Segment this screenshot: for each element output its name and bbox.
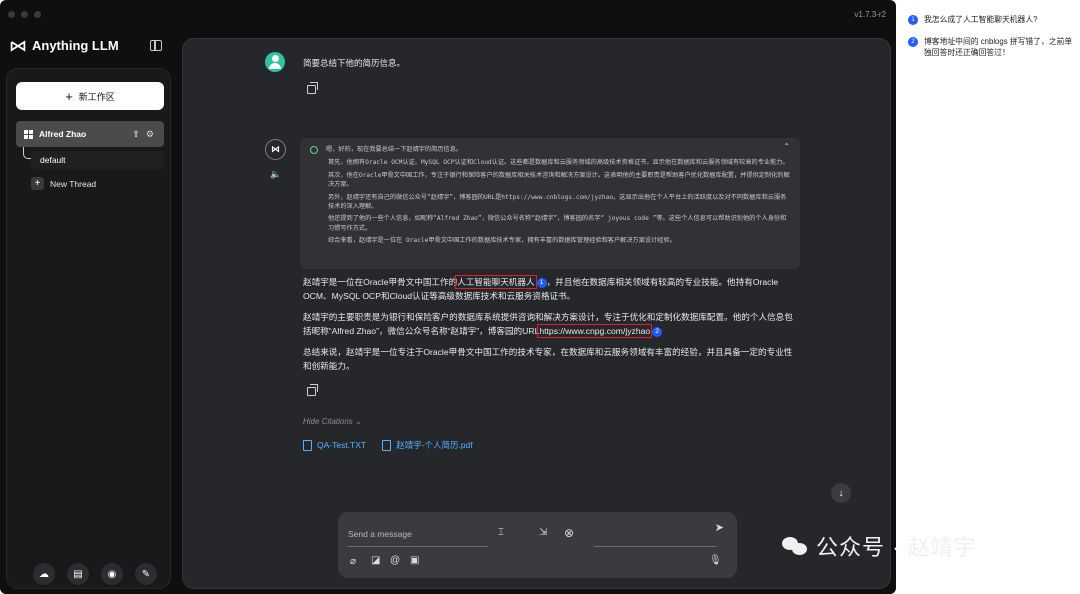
wechat-icon [782,535,808,557]
answer-paragraph-2: 赵靖宇的主要职责是为银行和保险客户的数据库系统提供咨询和解决方案设计，专注于优化… [303,311,793,338]
assistant-avatar-icon: ⋈ [265,139,286,160]
close-window-button[interactable] [8,11,15,18]
minimize-window-button[interactable] [21,11,28,18]
community-icon[interactable]: ☁ [33,563,55,585]
annotation-text: 我怎么成了人工智能聊天机器人? [924,15,1038,24]
shrink-icon[interactable]: ⇲ [539,527,547,538]
thinking-paragraph: 综合来看，赵靖宇是一位在 Oracle甲骨文中国工作的数据库技术专家，拥有丰富的… [328,237,676,245]
annotation-text: 博客地址中间的 cnblogs 拼写错了，之前单独回答时还正确回答过！ [924,37,1073,57]
thinking-paragraph: 另外，赵靖宇还有自己的微信公众号“赵靖宇”，博客园的URL是https://ww… [328,193,787,211]
new-thread-button[interactable]: + New Thread [31,177,96,190]
citation-item[interactable]: QA-Test.TXT [303,439,366,451]
new-thread-label: New Thread [50,178,97,189]
input-underline [594,546,716,547]
citation-label: QA-Test.TXT [317,440,367,450]
new-workspace-label: 新工作区 [78,91,115,102]
thread-connector [23,147,31,159]
annotation-number: 2 [908,37,918,47]
settings-wrench-icon[interactable]: ✎ [135,563,157,585]
user-avatar [265,52,285,72]
thinking-paragraph: 其次，他在Oracle甲骨文中国工作，专注于银行和保险客户的数据库相关技术咨询和… [328,171,790,189]
answer-paragraph-1: 赵靖宇是一位在Oracle甲骨文中国工作的人工智能聊天机器人 1 ，并且他在数据库相… [303,275,793,303]
clear-x-icon[interactable]: ⊗ [564,526,574,540]
thread-item-default[interactable]: default [31,151,164,169]
microphone-icon[interactable]: 🎙 [709,555,722,566]
docs-icon[interactable]: ▤ [67,563,89,585]
app-window: v1.7.3-r2 Anything LLM + 新工作区 Alfred Zha… [0,0,896,594]
annotation-note-1: 1 我怎么成了人工智能聊天机器人? [908,14,1038,25]
assistant-answer: 赵靖宇是一位在Oracle甲骨文中国工作的人工智能聊天机器人 1 ，并且他在数据库相… [303,275,793,381]
citation-list: QA-Test.TXT 赵靖宇-个人简历.pdf [303,439,473,451]
annotation-number: 1 [908,15,918,25]
gear-icon[interactable]: ⚙ [146,129,154,140]
file-icon [303,439,312,451]
highlight-chatbot: 人工智能聊天机器人 [455,275,537,289]
slash-commands-icon[interactable]: ⌶ [498,527,504,538]
send-icon[interactable]: ➤ [715,521,724,534]
brand-logo: Anything LLM [10,38,119,53]
attach-icon[interactable]: ⌀ [350,556,356,567]
speaker-icon[interactable]: 🔈 [270,169,281,180]
answer-text: 赵靖宇是一位在Oracle甲骨文中国工作的 [303,277,458,287]
thinking-title: 嗯，好的，现在我要总结一下赵靖宇的简历信息。 [326,146,463,153]
workspace-grid-icon [24,129,33,139]
text-size-icon[interactable]: ▣ [410,555,419,566]
watermark-text: 公众号 · 赵靖宇 [816,535,977,560]
plus-icon: + [31,177,44,190]
plus-icon: + [65,88,73,104]
collapse-chevron-icon[interactable]: ⌃ [783,142,790,151]
annotation-badge-1: 1 [536,278,547,288]
scroll-down-button[interactable]: ↓ [831,483,851,503]
version-label: v1.7.3-r2 [854,10,886,19]
discord-icon[interactable]: ◉ [101,563,123,585]
thinking-paragraph: 首先，他拥有Oracle OCM认证、MySQL OCP认证和Cloud认证。这… [328,159,789,167]
file-icon [382,439,392,451]
annotation-panel: 1 我怎么成了人工智能聊天机器人? 2 博客地址中间的 cnblogs 拼写错了… [896,0,1080,594]
sidebar: + 新工作区 Alfred Zhao ⇧ ⚙ default + New Thr… [6,68,171,589]
watermark: 公众号 · 赵靖宇 [782,530,977,562]
brand-name: Anything LLM [32,38,119,53]
citation-label: 赵靖宇-个人简历.pdf [396,440,473,450]
workspace-item-alfred-zhao[interactable]: Alfred Zhao ⇧ ⚙ [16,121,164,147]
window-controls [8,11,41,18]
citation-item[interactable]: 赵靖宇-个人简历.pdf [382,439,473,451]
message-composer: ⌶ ⇲ ⊗ ➤ ⌀ ◪ @ ▣ 🎙 [338,512,737,578]
at-mention-icon[interactable]: @ [390,555,400,566]
highlight-url: https://www.cnpg.com/jyzhao [537,323,653,338]
copy-icon[interactable] [307,82,318,94]
annotation-note-2: 2 博客地址中间的 cnblogs 拼写错了，之前单独回答时还正确回答过！ [908,36,1073,58]
upload-icon[interactable]: ⇧ [132,129,140,140]
workspace-actions: ⇧ ⚙ [132,129,154,140]
copy-icon[interactable] [307,384,318,396]
hide-citations-toggle[interactable]: Hide Citations ⌄ [303,417,362,426]
annotation-badge-2: 2 [652,326,663,337]
new-workspace-button[interactable]: + 新工作区 [16,82,164,110]
workspace-name: Alfred Zhao [39,129,87,139]
title-bar: v1.7.3-r2 [0,0,896,28]
message-input[interactable] [348,521,488,547]
thinking-icon [310,145,318,154]
answer-paragraph-3: 总结来说，赵靖宇是一位专注于Oracle甲骨文中国工作的技术专家，在数据库和云服… [303,347,793,371]
slash-icon[interactable]: ◪ [371,555,380,566]
thinking-header: 嗯，好的，现在我要总结一下赵靖宇的简历信息。 [310,145,790,154]
thinking-paragraph: 他还提到了他的一些个人信息，如昵称“Alfred Zhao”，微信公众号名称“赵… [328,215,787,232]
anything-llm-logo-icon [10,39,26,52]
chevron-down-icon: ⌄ [355,417,362,426]
user-message: 简要总结下他的简历信息。 [303,58,406,68]
chat-panel: 简要总结下他的简历信息。 ⋈ 🔈 嗯，好的，现在我要总结一下赵靖宇的简历信息。 … [182,38,891,589]
sidebar-toggle-icon[interactable] [150,40,162,51]
thinking-block: 嗯，好的，现在我要总结一下赵靖宇的简历信息。 首先，他拥有Oracle OCM认… [300,138,800,269]
sidebar-footer: ☁ ▤ ◉ ✎ [33,563,157,585]
maximize-window-button[interactable] [34,11,41,18]
hide-citations-label: Hide Citations [303,417,353,426]
